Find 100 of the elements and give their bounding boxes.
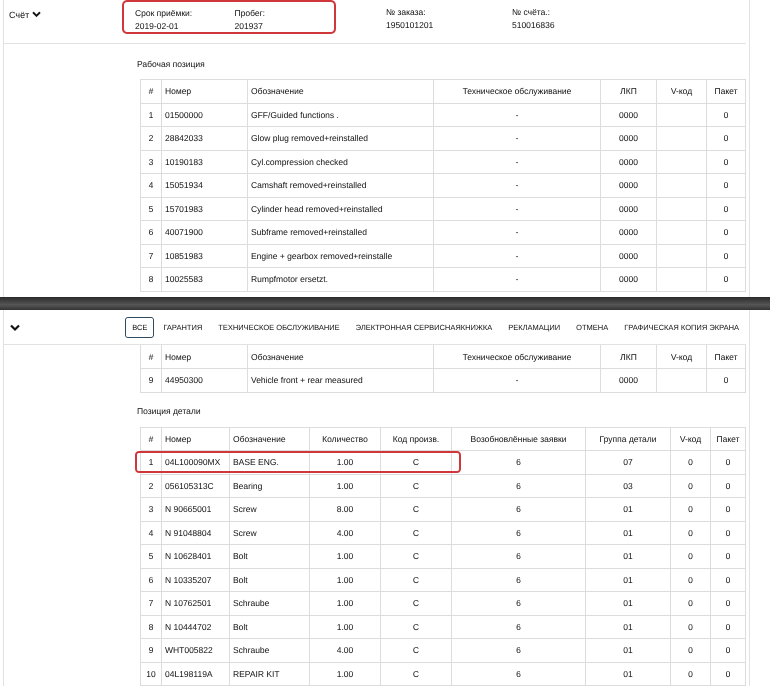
field-label: № счёта.: [512,7,552,17]
table-cell: 0 [726,622,730,632]
table-cell: 0 [724,250,728,261]
table-cell: 0 [726,668,730,679]
table-cell: C [412,504,420,514]
table-cell: Schraube [233,645,270,656]
table-cell: 0 [688,551,693,562]
table-cell: - [516,133,518,144]
table-cell: 07 [623,457,633,468]
table-cell: - [516,110,518,120]
table-cell: 10190183 [165,156,203,167]
table-cell: Glow plug removed+reinstalled [251,133,368,144]
table-cell: 6 [516,457,521,468]
table-cell: N 90665001 [165,504,212,514]
table-cell: 8 [148,622,154,632]
column-header: Номер [162,80,248,103]
table-cell: Bolt [233,551,248,562]
table-cell: 01 [623,645,633,656]
column-header: Номер [162,427,230,450]
table-cell: 0000 [619,204,638,214]
table-cell: WHT005822 [165,645,213,656]
table-cell: Bolt [233,622,248,632]
table-title: Рабочая позиция [137,59,206,69]
table-cell: 01 [623,528,633,538]
field-value: 2019-02-01 [135,21,180,31]
table-cell: 10851983 [165,250,203,261]
table-cell: Schraube [233,598,270,608]
table-cell: 01500000 [165,110,203,120]
table-cell: 6 [516,480,521,491]
table-cell: 3 [148,156,154,167]
table-cell: C [412,622,420,632]
table-cell: 1.00 [336,598,354,608]
table-cell: 6 [516,598,521,608]
table-cell: 0 [726,457,730,468]
table-cell: 0000 [619,110,638,120]
column-header: Код произв. [380,427,452,450]
table-cell: 01 [623,598,633,608]
table-cell: 0 [726,480,730,491]
table-cell: 0 [726,528,730,538]
column-header: Группа детали [586,427,670,450]
table-cell: Camshaft removed+reinstalled [251,180,367,190]
table-cell: 1.00 [336,574,354,585]
table-cell: 9 [148,645,154,656]
column-header: Обозначение [248,345,434,368]
table-cell: - [516,180,518,190]
table-cell: 0000 [619,133,638,144]
table-cell: 9 [148,375,154,386]
table-cell: 01 [623,551,633,562]
table-cell: 0 [688,598,693,608]
table-cell: Cyl.compression checked [251,156,348,167]
table-cell: 0 [726,645,730,656]
table-cell: 28842033 [165,133,203,144]
table-cell: 0 [724,133,728,144]
table-cell: 1.00 [336,551,354,562]
table-cell: 0 [688,622,693,632]
table-cell: 2 [148,133,154,144]
table-cell: 6 [148,574,154,585]
chevron-down-icon[interactable] [32,11,42,18]
table-cell: N 10762501 [165,598,212,608]
table-cell: 01 [623,574,633,585]
column-header: # [140,345,162,368]
table-cell: 6 [516,528,521,538]
table-cell: 0 [688,574,693,585]
table-cell: Bearing [233,480,262,491]
field-value: 201937 [234,21,264,31]
table-cell: 4 [148,180,154,190]
table-cell: 0 [724,274,728,284]
table-cell: 1.00 [336,622,354,632]
table-cell: 6 [516,574,521,585]
table-cell: 6 [148,227,154,238]
column-header: Обозначение [230,427,310,450]
table-cell: GFF/Guided functions . [251,110,339,120]
table-cell: C [412,528,420,538]
table-cell: Cylinder head removed+reinstalled [251,204,383,214]
field-value: 510016836 [512,20,556,30]
table-cell: 0000 [619,274,638,284]
section-title: Счёт [9,10,30,20]
table-cell: 6 [516,668,521,679]
table-cell: 0 [724,110,728,120]
table-cell: 4 [148,528,154,538]
table-cell: 8.00 [336,504,354,514]
table-cell: 0000 [619,375,638,386]
column-header: Пакет [710,427,746,450]
column-header: # [140,80,162,103]
table-cell: 2 [148,480,154,491]
column-header: Возобновлённые заявки [452,427,586,450]
table-cell: Vehicle front + rear measured [251,375,363,386]
field-value: 1950101201 [386,20,434,30]
table-cell: 01 [623,622,633,632]
column-header: Обозначение [248,80,434,103]
table-cell: 0 [688,668,693,679]
chevron-down-icon[interactable] [10,324,20,332]
table-cell: 01 [623,668,633,679]
table-title: Позиция детали [137,406,202,416]
table-cell: 0000 [619,250,638,261]
table-cell: 0 [724,180,728,190]
table-cell: 0 [688,504,693,514]
table-cell: 0 [688,457,693,468]
column-header: Номер [162,345,248,368]
table-cell: 0000 [619,180,638,190]
